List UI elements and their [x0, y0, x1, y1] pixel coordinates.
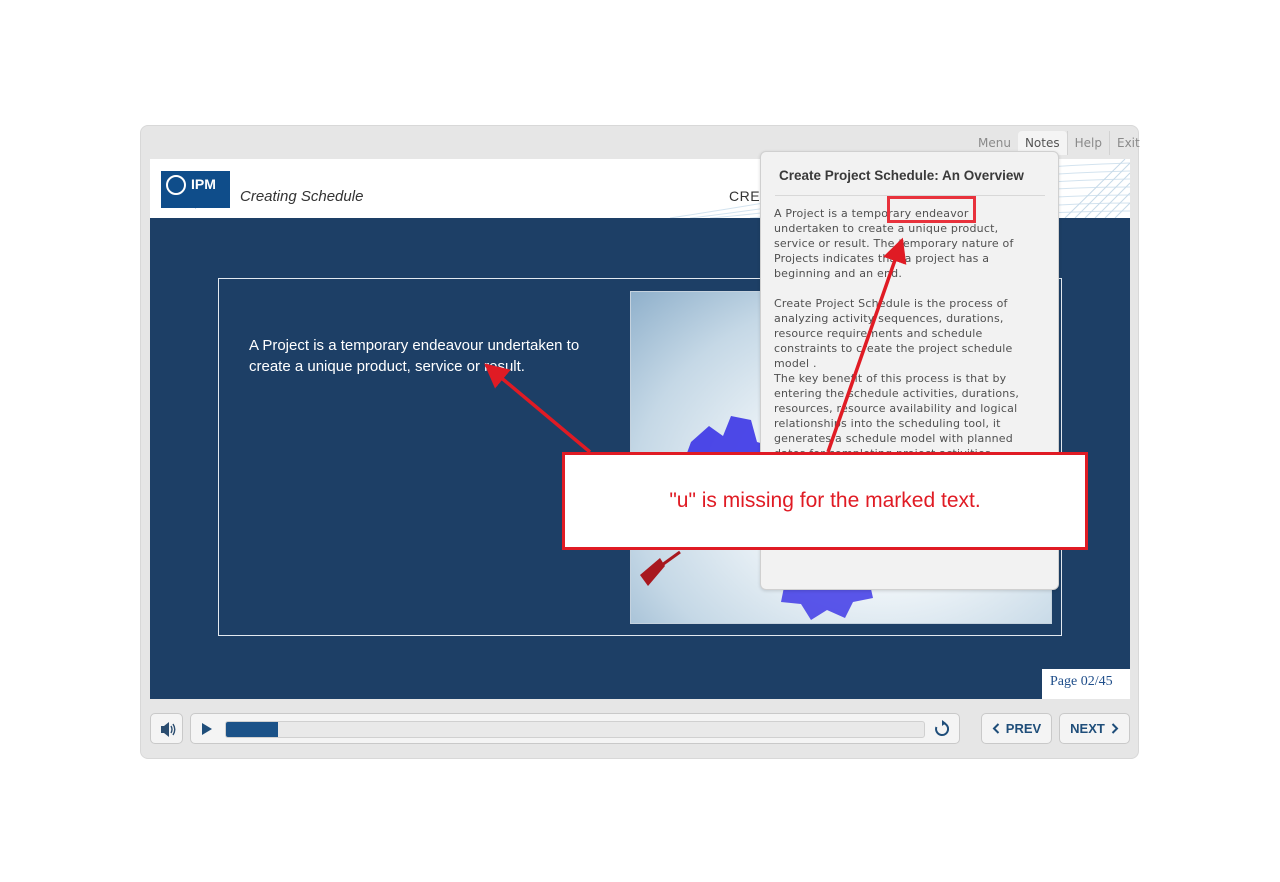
logo-subtext: L&T INSTITUTE OF PROJECT MANAGEMENT	[161, 205, 225, 209]
chevron-left-icon	[992, 723, 1000, 734]
highlight-box	[887, 196, 976, 223]
notes-paragraph: The key benefit of this process is that …	[774, 372, 1020, 460]
progress-track[interactable]	[225, 721, 925, 738]
playback-bar	[190, 713, 960, 744]
next-button[interactable]: NEXT	[1059, 713, 1130, 744]
play-icon[interactable]	[201, 722, 213, 736]
audio-button[interactable]	[150, 713, 183, 744]
callout-text: "u" is missing for the marked text.	[669, 489, 981, 512]
annotation-callout: "u" is missing for the marked text.	[562, 452, 1088, 550]
exit-tab[interactable]: Exit	[1108, 131, 1147, 155]
logo-text: IPM	[191, 176, 216, 192]
course-title: Creating Schedule	[240, 188, 364, 205]
notes-body: A Project is a temporary endeavor undert…	[774, 206, 1024, 461]
chevron-right-icon	[1111, 723, 1119, 734]
help-tab[interactable]: Help	[1066, 131, 1109, 155]
ipm-logo: IPM	[161, 171, 230, 208]
replay-icon[interactable]	[933, 720, 951, 738]
notes-title: Create Project Schedule: An Overview	[779, 168, 1024, 183]
notes-paragraph: Create Project Schedule is the process o…	[774, 297, 1013, 370]
page-indicator: Page 02/45	[1042, 669, 1130, 699]
prev-label: PREV	[1005, 721, 1042, 736]
speaker-icon	[161, 722, 176, 737]
progress-fill	[226, 722, 278, 737]
slide-body-text: A Project is a temporary endeavour under…	[249, 337, 580, 375]
prev-button[interactable]: PREV	[981, 713, 1052, 744]
next-label: NEXT	[1070, 721, 1105, 736]
lt-emblem-icon	[166, 175, 186, 195]
